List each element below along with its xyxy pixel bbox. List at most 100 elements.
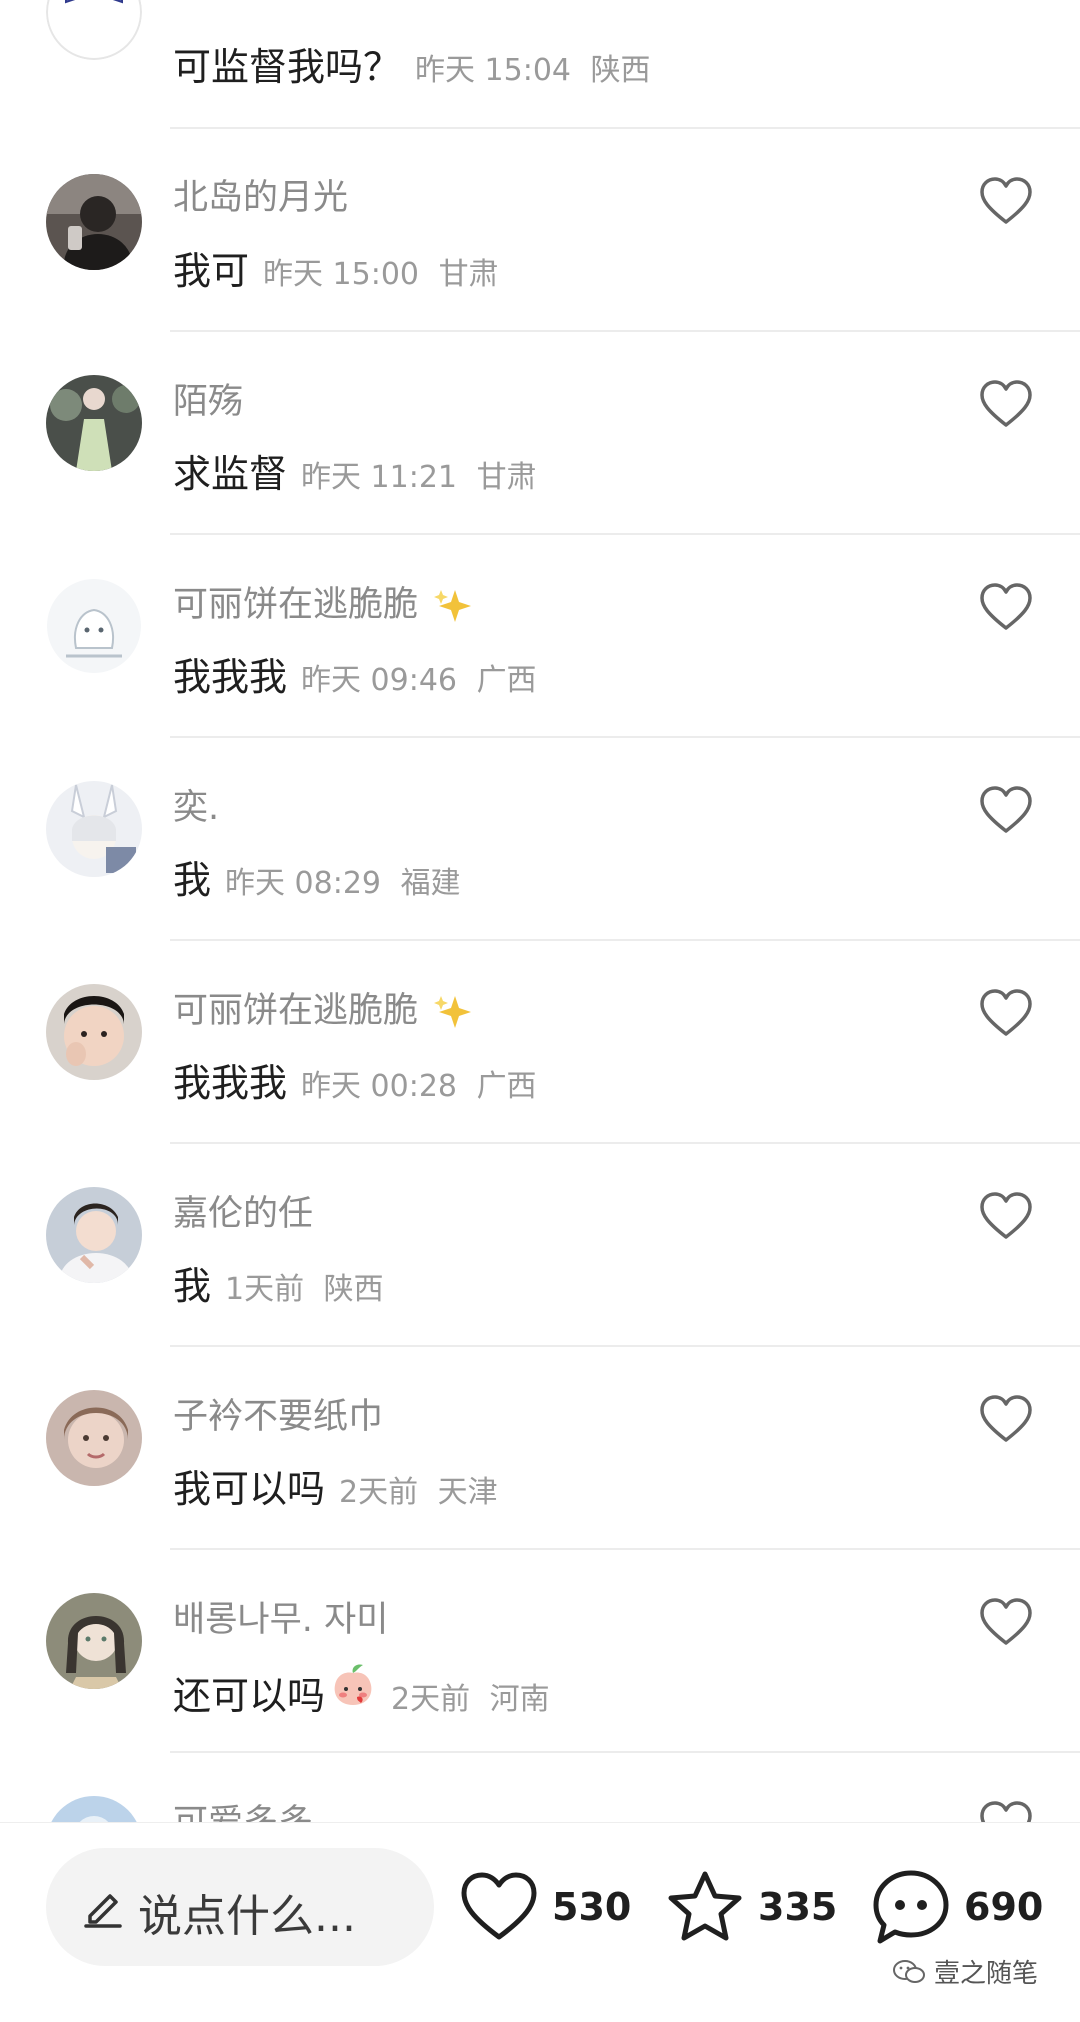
comment-text: 还可以吗 [173, 1674, 326, 1718]
comment-location: 陕西 [323, 1272, 384, 1307]
comment-username[interactable]: 奕. [173, 779, 219, 830]
sparkles-emoji [434, 590, 472, 622]
comment-username[interactable]: 子衿不要纸巾 [173, 1388, 383, 1439]
comment-location: 甘肃 [476, 460, 537, 495]
heart-icon[interactable] [978, 580, 1034, 636]
user-photo-avatar[interactable] [46, 1390, 142, 1486]
heart-icon[interactable] [978, 986, 1034, 1042]
comment-username[interactable]: 可丽饼在逃脆脆 [173, 982, 473, 1033]
heart-icon[interactable] [978, 174, 1034, 230]
row-divider [170, 939, 1080, 941]
row-divider [170, 736, 1080, 738]
watermark: 壹之随笔 [892, 1953, 1038, 1990]
bow-logo-avatar[interactable] [46, 0, 142, 60]
comment-location: 河南 [489, 1682, 550, 1717]
comment-content: 求监督 昨天 11:21 甘肃 [173, 443, 537, 498]
heart-icon [461, 1872, 537, 1940]
comment-meta: 2天前 天津 [339, 1467, 498, 1511]
comment-content: 可监督我吗？ 昨天 15:04 陕西 [173, 36, 651, 91]
wechat-icon [893, 1959, 925, 1983]
comment-time: 1天前 [225, 1272, 305, 1307]
comment-time: 昨天 09:46 [301, 663, 458, 698]
user-photo-avatar[interactable] [46, 1796, 142, 1822]
heart-icon[interactable] [978, 1392, 1034, 1448]
comment-button[interactable]: 690 [872, 1867, 1043, 1947]
comment-time: 昨天 15:04 [415, 53, 572, 88]
comment-content: 我我我 昨天 09:46 广西 [173, 646, 537, 701]
comment-meta: 1天前 陕西 [225, 1264, 384, 1308]
user-photo-avatar[interactable] [46, 375, 142, 471]
comment-text: 我我我 [173, 1061, 288, 1105]
comment-username[interactable]: 陌殇 [173, 373, 243, 424]
comment-location: 陕西 [590, 53, 651, 88]
comment-meta: 昨天 11:21 甘肃 [301, 452, 537, 496]
row-divider [170, 533, 1080, 535]
comment-time: 昨天 11:21 [301, 460, 458, 495]
comment-row: 可丽饼在逃脆脆 我我我 昨天 09:46 广西 [0, 536, 1080, 739]
star-icon [668, 1871, 742, 1941]
comment-content: 我 1天前 陕西 [173, 1255, 384, 1310]
comment-username[interactable]: 可爱多多 [173, 1794, 313, 1822]
comment-time: 2天前 [391, 1682, 471, 1717]
comment-row: 可丽饼在逃脆脆 我我我 昨天 00:28 广西 [0, 942, 1080, 1145]
comment-row: 子衿不要纸巾 我可以吗 2天前 天津 [0, 1348, 1080, 1551]
heart-icon[interactable] [978, 1798, 1034, 1822]
heart-icon[interactable] [978, 377, 1034, 433]
comment-meta: 昨天 08:29 福建 [225, 858, 461, 902]
comment-meta: 昨天 00:28 广西 [301, 1061, 537, 1105]
comment-time: 昨天 15:00 [263, 257, 420, 292]
like-button[interactable]: 530 [460, 1867, 631, 1947]
comment-location: 福建 [400, 866, 461, 901]
comment-location: 甘肃 [438, 257, 499, 292]
row-divider [170, 127, 1080, 129]
cartoon-avatar[interactable] [46, 578, 142, 674]
heart-icon[interactable] [978, 783, 1034, 839]
comment-time: 昨天 08:29 [225, 866, 382, 901]
comment-username[interactable]: 北岛的月光 [173, 169, 348, 220]
comment-username-text: 可丽饼在逃脆脆 [173, 585, 419, 625]
user-photo-avatar[interactable] [46, 1187, 142, 1283]
user-photo-avatar[interactable] [46, 984, 142, 1080]
sparkles-emoji [434, 996, 472, 1028]
watermark-text: 壹之随笔 [934, 1959, 1039, 1989]
comment-row: 배롱나무. 자미 还可以吗 2天前 河南 [0, 1551, 1080, 1754]
illustration-avatar[interactable] [46, 1593, 142, 1689]
heart-icon[interactable] [978, 1595, 1034, 1651]
row-divider [170, 1751, 1080, 1753]
user-photo-avatar[interactable] [46, 174, 142, 270]
comment-location: 广西 [476, 1069, 537, 1104]
pencil-icon [84, 1894, 122, 1928]
comment-meta: 昨天 15:04 陕西 [415, 45, 651, 89]
comment-row: 可监督我吗？ 昨天 15:04 陕西 [0, 0, 1080, 133]
heart-icon[interactable] [978, 1189, 1034, 1245]
comment-text: 我可 [173, 249, 250, 293]
comment-list[interactable]: 可监督我吗？ 昨天 15:04 陕西 北岛的月光 我可 昨天 15:00 甘肃 … [0, 0, 1080, 1822]
comment-input-placeholder: 说点什么... [138, 1891, 356, 1942]
comment-username[interactable]: 嘉伦的任 [173, 1185, 313, 1236]
favorite-count: 335 [758, 1885, 838, 1929]
comment-row: 陌殇 求监督 昨天 11:21 甘肃 [0, 333, 1080, 536]
anime-avatar[interactable] [46, 781, 142, 877]
comment-text: 求监督 [173, 452, 288, 496]
comment-input[interactable]: 说点什么... [46, 1848, 434, 1966]
comment-username[interactable]: 배롱나무. 자미 [173, 1591, 388, 1642]
comment-content: 还可以吗 2天前 河南 [173, 1661, 550, 1720]
comment-location: 广西 [476, 663, 537, 698]
comment-row: 北岛的月光 我可 昨天 15:00 甘肃 [0, 130, 1080, 333]
comment-username-text: 可丽饼在逃脆脆 [173, 991, 419, 1031]
row-divider [170, 1345, 1080, 1347]
comment-content: 我我我 昨天 00:28 广西 [173, 1052, 537, 1107]
comment-username[interactable]: 可丽饼在逃脆脆 [173, 576, 473, 627]
comment-meta: 昨天 09:46 广西 [301, 655, 537, 699]
comment-row: 奕. 我 昨天 08:29 福建 [0, 739, 1080, 942]
comment-text: 我可以吗 [173, 1467, 326, 1511]
like-count: 530 [552, 1885, 632, 1929]
comment-time: 2天前 [339, 1475, 419, 1510]
comment-text: 可监督我吗？ [173, 45, 402, 89]
bottom-action-bar: 说点什么... 530 335 690 壹之随笔 [0, 1822, 1080, 2022]
comment-row: 可爱多多 [0, 1754, 1080, 1822]
favorite-button[interactable]: 335 [666, 1867, 837, 1947]
blushing-peach-emoji [334, 1664, 372, 1705]
comment-text: 我 [173, 1264, 212, 1308]
comment-content: 我 昨天 08:29 福建 [173, 849, 461, 904]
